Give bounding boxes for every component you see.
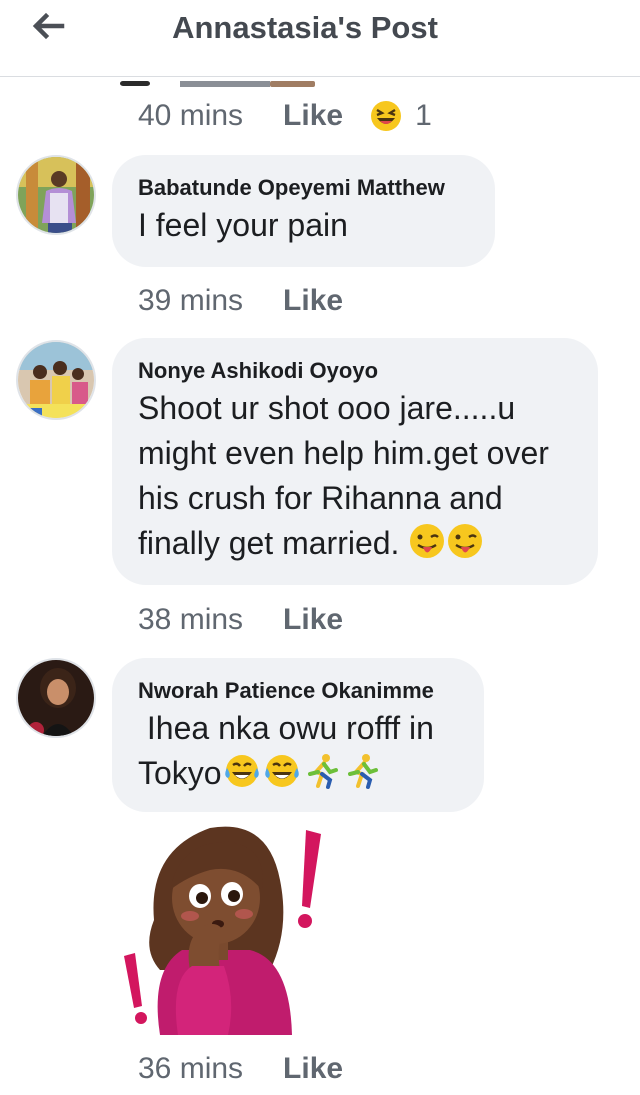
comment-text-line: finally get married. — [138, 521, 572, 572]
tongue-wink-emoji-icon — [446, 522, 484, 572]
comment-meta: 39 mins Like — [138, 281, 343, 321]
reaction-summary[interactable]: 1 — [369, 99, 432, 133]
running-man-emoji-icon — [342, 752, 382, 802]
comment-text-line: might even help him.get over — [138, 435, 549, 471]
comment-meta: 36 mins Like — [138, 1049, 343, 1089]
comment-author[interactable]: Nworah Patience Okanimme — [138, 676, 458, 706]
comment-time: 36 mins — [138, 1052, 244, 1085]
comment-text-line: finally get married. — [138, 525, 400, 561]
comment-text: I feel your pain — [138, 207, 348, 243]
comment-time: 39 mins — [138, 284, 244, 317]
comment-text-line: his crush for Rihanna and — [138, 480, 503, 516]
tongue-wink-emoji-icon — [408, 522, 446, 572]
comment-time: 38 mins — [138, 603, 244, 636]
surprised-woman-sticker — [120, 820, 340, 1035]
comment-meta: 38 mins Like — [138, 600, 343, 640]
reaction-count: 1 — [415, 99, 432, 132]
tears-of-joy-emoji-icon — [262, 752, 302, 802]
cropped-image — [120, 76, 320, 87]
comment-text-line: Ihea nka owu rofff in — [138, 710, 434, 746]
comment-time: 40 mins — [138, 99, 244, 132]
like-button[interactable]: Like — [283, 603, 343, 637]
like-button[interactable]: Like — [283, 1052, 343, 1086]
avatar[interactable] — [16, 155, 96, 235]
comment-bubble[interactable]: Babatunde Opeyemi Matthew I feel your pa… — [112, 155, 495, 267]
like-button[interactable]: Like — [283, 284, 343, 318]
comment-bubble[interactable]: Nonye Ashikodi Oyoyo Shoot ur shot ooo j… — [112, 338, 598, 585]
comment-text-line: Tokyo — [138, 751, 458, 802]
comment-text-line: Shoot ur shot ooo jare.....u — [138, 390, 516, 426]
avatar[interactable] — [16, 340, 96, 420]
like-button[interactable]: Like — [283, 99, 343, 133]
comment-meta: 40 mins Like 1 — [138, 96, 432, 136]
comment-author[interactable]: Babatunde Opeyemi Matthew — [138, 173, 469, 203]
comment-author[interactable]: Nonye Ashikodi Oyoyo — [138, 356, 572, 386]
page-title: Annastasia's Post — [172, 10, 438, 45]
comment-bubble[interactable]: Nworah Patience Okanimme Ihea nka owu ro… — [112, 658, 484, 812]
running-man-emoji-icon — [302, 752, 342, 802]
comment-text-line: Tokyo — [138, 755, 222, 791]
avatar[interactable] — [16, 658, 96, 738]
top-bar: Annastasia's Post — [0, 0, 640, 77]
laughing-squint-emoji-icon — [371, 101, 402, 131]
tears-of-joy-emoji-icon — [222, 752, 262, 802]
